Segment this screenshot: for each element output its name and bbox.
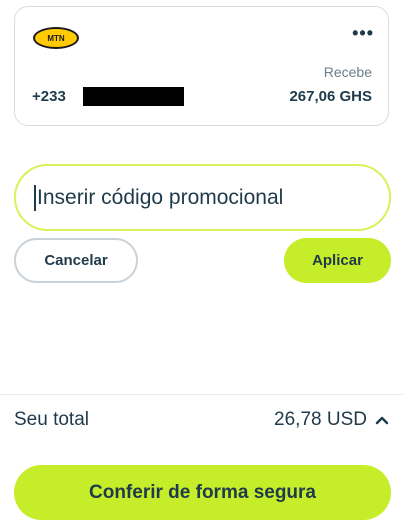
phone-number-redacted xyxy=(83,87,184,106)
receive-amount: 267,06 GHS xyxy=(289,88,372,105)
divider xyxy=(0,394,403,395)
total-amount: 26,78 USD xyxy=(274,409,367,430)
secure-checkout-button[interactable]: Conferir de forma segura xyxy=(14,465,391,520)
chevron-up-icon xyxy=(375,416,389,425)
mtn-logo-text: MTN xyxy=(47,33,65,43)
promo-code-field[interactable] xyxy=(14,164,391,231)
receives-label: Recebe xyxy=(323,64,372,80)
recipient-card: MTN ••• Recebe +233 267,06 GHS xyxy=(14,6,389,126)
text-caret xyxy=(34,184,36,211)
promo-code-input[interactable] xyxy=(37,185,337,210)
total-toggle[interactable]: 26,78 USD xyxy=(274,409,389,431)
phone-prefix: +233 xyxy=(32,88,66,105)
apply-button[interactable]: Aplicar xyxy=(284,238,391,283)
more-options-icon[interactable]: ••• xyxy=(352,23,374,43)
cancel-button[interactable]: Cancelar xyxy=(14,238,138,283)
mtn-logo: MTN xyxy=(33,27,79,49)
total-label: Seu total xyxy=(14,409,89,430)
